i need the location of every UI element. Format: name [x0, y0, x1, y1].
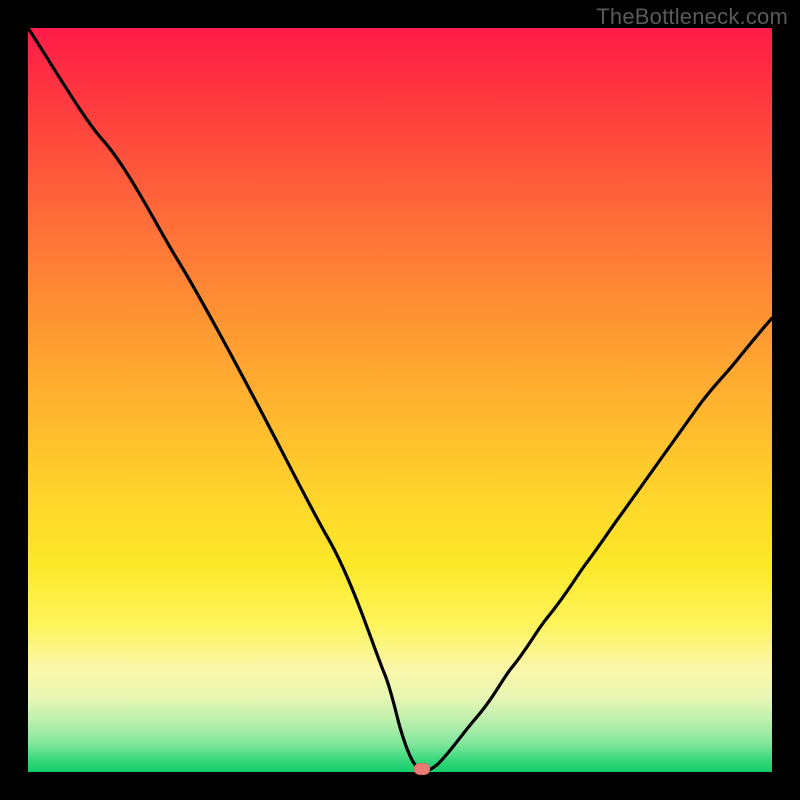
minimum-marker — [414, 763, 430, 775]
bottleneck-curve — [28, 28, 772, 772]
watermark-text: TheBottleneck.com — [596, 4, 788, 30]
chart-canvas: TheBottleneck.com — [0, 0, 800, 800]
plot-area — [28, 28, 772, 772]
curve-path — [28, 28, 772, 772]
